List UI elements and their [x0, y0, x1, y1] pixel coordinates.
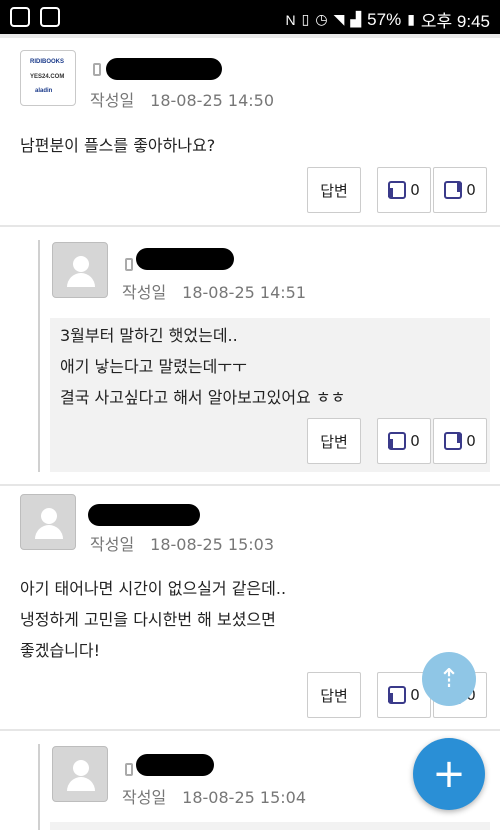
- scroll-top-icon: ⇡: [438, 664, 460, 694]
- alarm-icon: ◷: [315, 11, 328, 27]
- thumbs-up-icon: [388, 686, 407, 704]
- like-count: 0: [410, 686, 420, 704]
- avatar-body-icon: [67, 273, 95, 287]
- meta-label: 작성일: [122, 283, 167, 302]
- activity-notification-icon: [40, 7, 60, 27]
- reply-button[interactable]: 답변: [307, 167, 361, 213]
- mobile-icon: [93, 63, 101, 76]
- clock: 오후 9:45: [420, 12, 490, 31]
- reply-indent-bar: [38, 240, 40, 472]
- app-notification-icon: [10, 7, 30, 27]
- post-date: 18-08-25 15:03: [150, 535, 274, 554]
- mobile-icon: [125, 258, 133, 271]
- comment-divider: [0, 484, 500, 486]
- signal-icon: ▟: [350, 11, 362, 27]
- like-count: 0: [410, 432, 420, 450]
- avatar-head-icon: [73, 760, 89, 776]
- thumbs-up-icon: [388, 432, 407, 450]
- reply-button-label: 답변: [320, 432, 348, 451]
- reply-button[interactable]: 답변: [307, 418, 361, 464]
- comment-body: 3월부터 말하긴 햇었는데.. 애기 낳는다고 말렸는데ㅜㅜ 결국 사고싶다고 …: [60, 320, 480, 413]
- dislike-button[interactable]: 0: [433, 418, 487, 464]
- avatar-head-icon: [73, 256, 89, 272]
- thumbs-down-icon: [444, 432, 463, 450]
- avatar-body-icon: [35, 525, 63, 539]
- dislike-button[interactable]: 0: [433, 167, 487, 213]
- post-date: 18-08-25 15:04: [182, 788, 306, 807]
- avatar-head-icon: [41, 508, 57, 524]
- comment-line: 3월부터 말하긴 햇었는데..: [60, 326, 238, 345]
- reply-indent-bar: [38, 744, 40, 830]
- header-divider: [0, 34, 500, 38]
- comment-meta: 작성일 18-08-25 15:03: [90, 531, 274, 555]
- meta-label: 작성일: [90, 91, 135, 110]
- like-button[interactable]: 0: [377, 167, 431, 213]
- logo-text-aladin: aladin: [35, 88, 53, 94]
- redacted-username: [106, 58, 222, 80]
- battery-percent: 57%: [367, 9, 402, 29]
- dislike-count: 0: [466, 432, 476, 450]
- logo-text-ridibooks: RIDIBOOKS: [30, 59, 65, 65]
- reply-button[interactable]: 답변: [307, 672, 361, 718]
- status-bar: N ▯ ◷ ◥ ▟ 57% ▮ 오후 9:45: [0, 0, 500, 34]
- nfc-icon: N: [285, 11, 296, 28]
- comment-divider: [0, 225, 500, 227]
- vibrate-icon: ▯: [301, 11, 310, 27]
- like-button[interactable]: 0: [377, 418, 431, 464]
- meta-label: 작성일: [90, 535, 135, 554]
- redacted-username: [136, 754, 214, 776]
- comment-line: 냉정하게 고민을 다시한번 해 보셨으면: [20, 610, 276, 629]
- comment-body: 남편분이 플스를 좋아하나요?: [20, 130, 480, 161]
- redacted-username: [88, 504, 200, 526]
- thumbs-up-icon: [388, 181, 407, 199]
- avatar-default[interactable]: [20, 494, 76, 550]
- post-date: 18-08-25 14:51: [182, 283, 306, 302]
- plus-icon: +: [432, 751, 466, 797]
- dislike-count: 0: [466, 181, 476, 199]
- scroll-to-top-button[interactable]: ⇡: [422, 652, 476, 706]
- avatar-logo[interactable]: RIDIBOOKS YES24.COM aladin: [20, 50, 76, 106]
- comment-meta: 작성일 18-08-25 15:04: [122, 784, 306, 808]
- comment-meta: 작성일 18-08-25 14:51: [122, 279, 306, 303]
- comment-line: 애기 낳는다고 말렸는데ㅜㅜ: [60, 357, 247, 376]
- mobile-icon: [125, 763, 133, 776]
- avatar-default[interactable]: [52, 242, 108, 298]
- reply-button-label: 답변: [320, 686, 348, 705]
- comment-body: 아기 태어나면 시간이 없으실거 같은데.. 냉정하게 고민을 다시한번 해 보…: [20, 573, 480, 666]
- avatar-default[interactable]: [52, 746, 108, 802]
- comment-line: 아기 태어나면 시간이 없으실거 같은데..: [20, 579, 287, 598]
- comment-line: 좋겠습니다!: [20, 641, 101, 660]
- redacted-username: [136, 248, 234, 270]
- reply-button-label: 답변: [320, 181, 348, 200]
- logo-text-yes24: YES24.COM: [30, 74, 65, 80]
- comment-line: 결국 사고싶다고 해서 알아보고있어요 ㅎㅎ: [60, 388, 346, 407]
- post-date: 18-08-25 14:50: [150, 91, 274, 110]
- like-count: 0: [410, 181, 420, 199]
- meta-label: 작성일: [122, 788, 167, 807]
- wifi-icon: ◥: [333, 11, 345, 27]
- comment-meta: 작성일 18-08-25 14:50: [90, 87, 274, 111]
- comment-divider: [0, 729, 500, 731]
- add-comment-button[interactable]: +: [413, 738, 485, 810]
- battery-icon: ▮: [407, 11, 415, 27]
- comment-line: 남편분이 플스를 좋아하나요?: [20, 136, 216, 155]
- reply-content-box: [50, 822, 490, 830]
- thumbs-down-icon: [444, 181, 463, 199]
- avatar-body-icon: [67, 777, 95, 791]
